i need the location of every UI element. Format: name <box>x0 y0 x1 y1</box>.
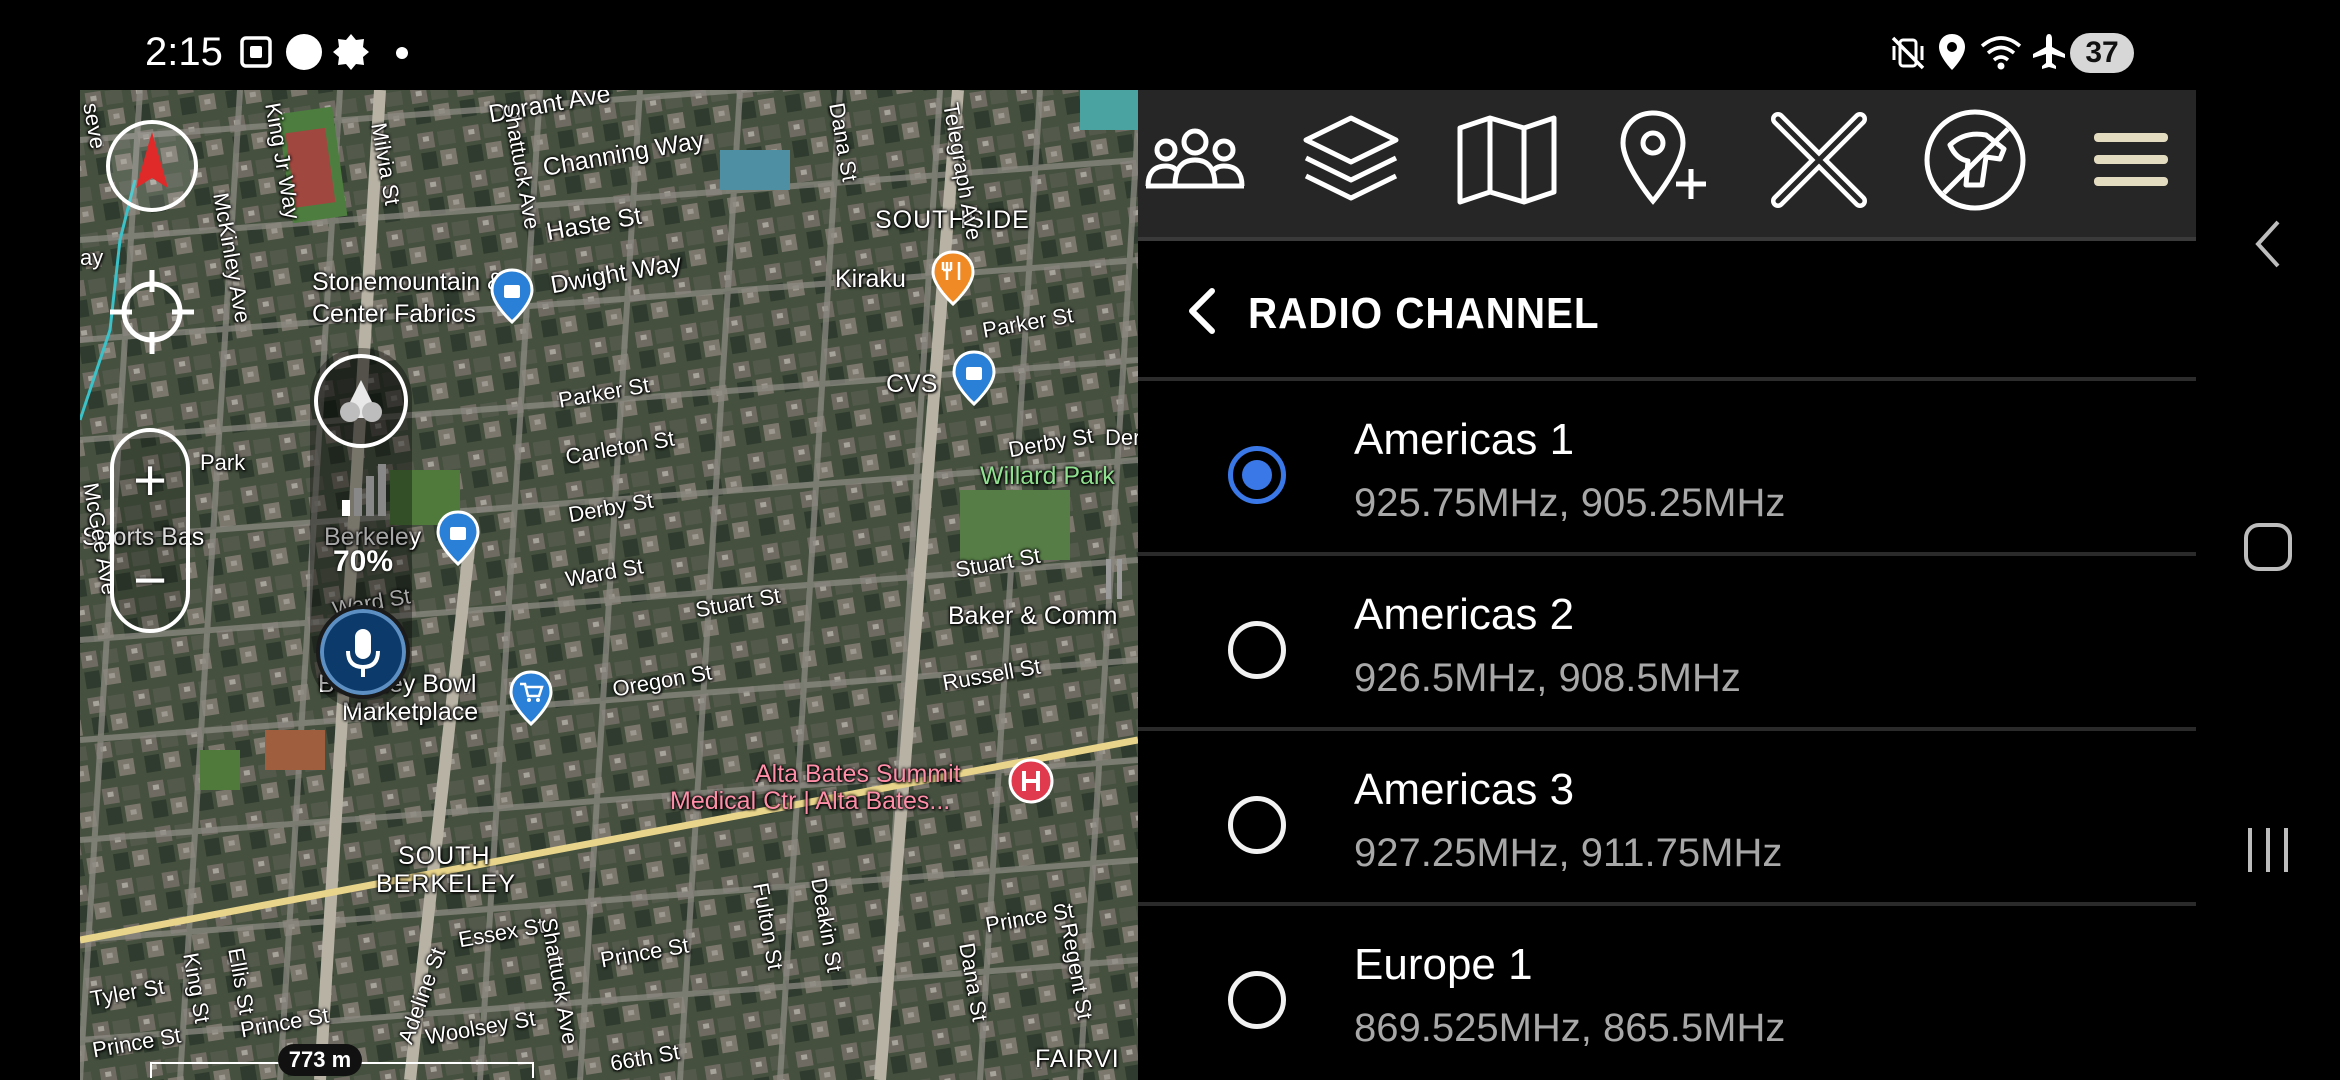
map-label: CVS <box>886 370 938 398</box>
map-label: SOUTHSIDE <box>875 206 1030 234</box>
close-button[interactable] <box>1756 100 1881 220</box>
zoom-control: + − <box>110 428 190 633</box>
nav-home-button[interactable] <box>2236 515 2300 579</box>
nav-home-icon <box>2244 523 2292 571</box>
nav-back-icon <box>2255 220 2280 268</box>
radio-button[interactable] <box>1228 971 1286 1029</box>
menu-icon <box>2093 133 2168 186</box>
team-button[interactable] <box>1132 100 1257 220</box>
add-location-icon <box>1619 110 1706 205</box>
airplane-icon <box>2033 34 2065 69</box>
map-label: ay <box>80 245 104 270</box>
nav-recents-icon <box>2248 828 2288 872</box>
pharmacy-pin-icon[interactable] <box>951 350 997 406</box>
status-bar: 2:15 37 <box>0 0 2340 90</box>
signal-strength-icon <box>342 464 386 516</box>
restaurant-pin-icon[interactable] <box>930 250 976 306</box>
wifi-calling-icon <box>1980 36 2022 70</box>
page-title: RADIO CHANNEL <box>1248 289 1600 338</box>
dog-tracking-button[interactable] <box>1912 100 2037 220</box>
channel-frequency: 927.25MHz, 911.75MHz <box>1354 831 1783 875</box>
panel-drag-handle-icon[interactable] <box>1102 555 1126 605</box>
signal-percent: 70% <box>332 545 394 578</box>
channel-row-americas-3[interactable]: Americas 3 927.25MHz, 911.75MHz <box>1138 731 2196 906</box>
dot-icon <box>396 47 408 59</box>
badge-icon <box>333 34 369 70</box>
toolbar <box>1138 90 2196 237</box>
channel-row-europe-1[interactable]: Europe 1 869.525MHz, 865.5MHz <box>1138 906 2196 1080</box>
zoom-in-button[interactable]: + <box>114 436 186 526</box>
push-to-talk-button[interactable] <box>316 605 410 699</box>
status-clock: 2:15 <box>145 30 223 74</box>
shopping-pin-icon[interactable] <box>489 268 535 324</box>
map-label: Willard Park <box>980 462 1115 490</box>
nav-recents-button[interactable] <box>2236 818 2300 882</box>
radio-button-selected[interactable] <box>1228 446 1286 504</box>
channel-name: Americas 1 <box>1354 415 1575 464</box>
close-icon <box>1770 112 1867 208</box>
grocery-pin-icon[interactable] <box>508 670 554 726</box>
circle-icon <box>286 34 322 70</box>
radio-button[interactable] <box>1228 621 1286 679</box>
mute-vibrate-icon <box>1891 36 1925 70</box>
map-label: Der <box>1105 425 1138 450</box>
hospital-pin-icon[interactable] <box>1008 758 1054 814</box>
channel-name: Europe 1 <box>1354 940 1533 989</box>
map-label: SOUTH <box>398 842 491 870</box>
map-label: Park <box>200 450 246 475</box>
location-icon <box>1939 34 1965 70</box>
map-label: BERKELEY <box>376 870 517 898</box>
menu-button[interactable] <box>2068 100 2193 220</box>
screenshot-icon <box>240 36 272 68</box>
radio-channel-list: Americas 1 925.75MHz, 905.25MHz Americas… <box>1138 381 2196 1080</box>
map-label: Alta Bates Summit <box>755 760 961 788</box>
back-arrow-icon[interactable] <box>1178 283 1228 339</box>
gotenna-logo-icon[interactable] <box>312 352 410 450</box>
radio-button[interactable] <box>1228 796 1286 854</box>
channel-frequency: 925.75MHz, 905.25MHz <box>1354 481 1786 525</box>
channel-frequency: 926.5MHz, 908.5MHz <box>1354 656 1741 700</box>
layers-button[interactable] <box>1288 100 1413 220</box>
map-label: Kiraku <box>835 265 906 293</box>
compass-icon[interactable] <box>102 116 202 216</box>
scale-label: 773 m <box>278 1044 362 1076</box>
map-label: Medical Ctr | Alta Bates... <box>670 787 951 815</box>
system-nav-bar <box>2196 90 2340 1080</box>
zoom-out-button[interactable]: − <box>114 536 186 626</box>
channel-frequency: 869.525MHz, 865.5MHz <box>1354 1006 1786 1050</box>
microphone-icon <box>346 629 380 677</box>
map-button[interactable] <box>1444 100 1569 220</box>
map-label: FAIRVI <box>1035 1045 1120 1073</box>
map-label: Baker & Comm <box>948 602 1118 630</box>
panel-header: RADIO CHANNEL <box>1138 241 2196 381</box>
map-icon <box>1457 115 1556 205</box>
team-icon <box>1145 128 1244 189</box>
add-location-button[interactable] <box>1600 100 1725 220</box>
channel-row-americas-2[interactable]: Americas 2 926.5MHz, 908.5MHz <box>1138 556 2196 731</box>
dog-tracking-icon <box>1924 109 2025 211</box>
shopping-pin-icon[interactable] <box>435 510 481 566</box>
satellite-map[interactable]: Durant Ave Channing Way Haste St SOUTHSI… <box>80 90 1138 1080</box>
channel-name: Americas 2 <box>1354 590 1575 639</box>
map-label: Stonemountain & <box>312 268 504 296</box>
layers-icon <box>1303 115 1398 201</box>
channel-row-americas-1[interactable]: Americas 1 925.75MHz, 905.25MHz <box>1138 381 2196 556</box>
nav-back-button[interactable] <box>2236 212 2300 276</box>
map-label: Center Fabrics <box>312 300 476 328</box>
channel-name: Americas 3 <box>1354 765 1575 814</box>
locate-crosshair-icon[interactable] <box>102 262 202 362</box>
battery-indicator: 37 <box>2070 33 2134 73</box>
